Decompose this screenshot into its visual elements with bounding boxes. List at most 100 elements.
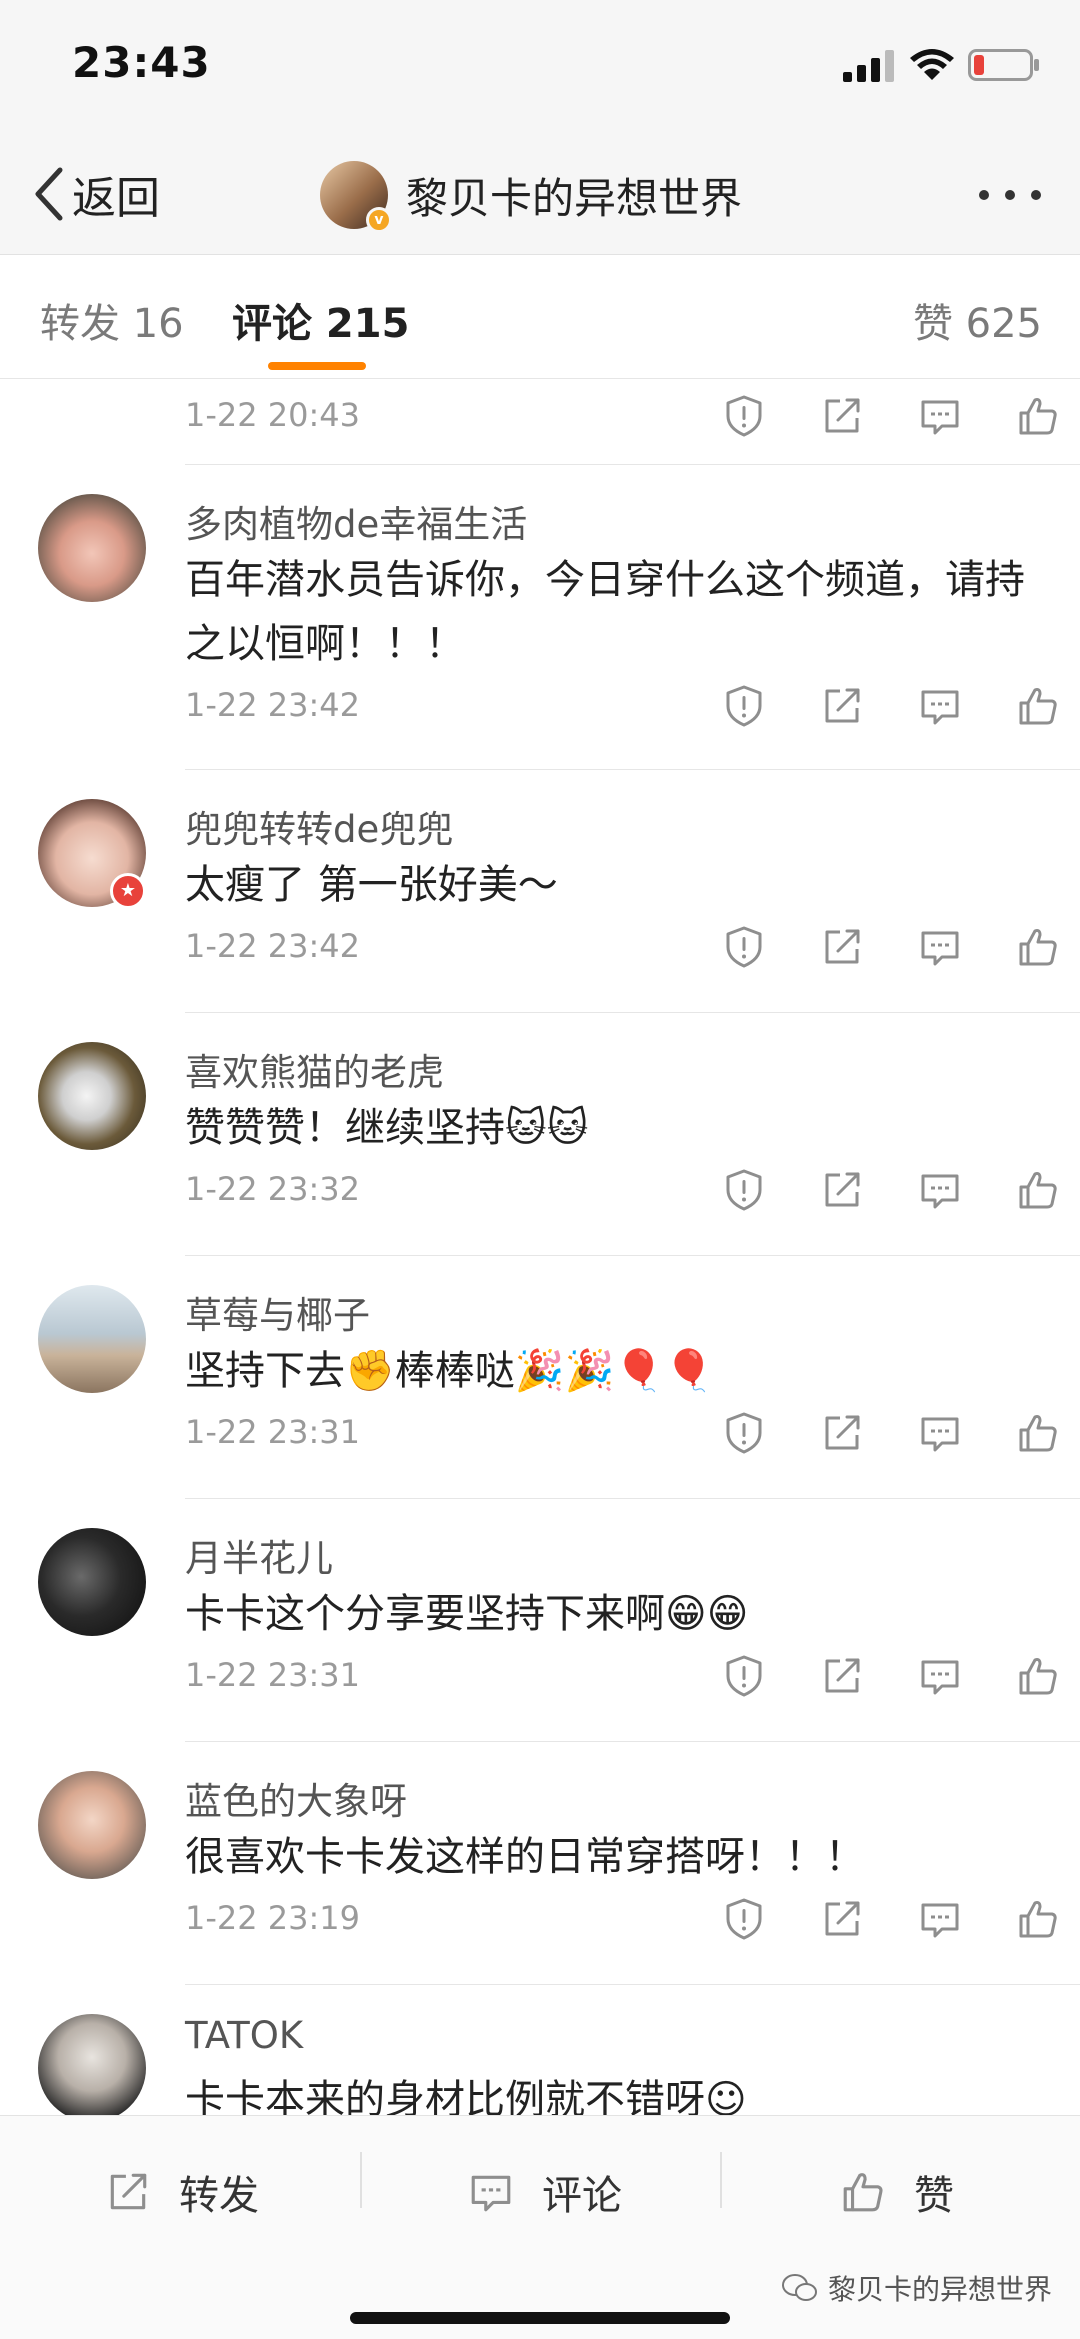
comment-time: 1-22 20:43 (185, 396, 361, 434)
comment-icon (921, 1660, 959, 1695)
divider (185, 1012, 1080, 1013)
comment-time: 1-22 23:42 (185, 686, 361, 724)
comment-username[interactable]: 多肉植物de幸福生活 (185, 494, 527, 548)
reply-button[interactable] (891, 672, 989, 740)
thumbs-up-icon (1019, 688, 1057, 725)
avatar[interactable] (38, 1042, 146, 1150)
comment-time: 1-22 23:32 (185, 1170, 361, 1208)
comment-icon (921, 690, 959, 725)
like-button[interactable] (989, 1885, 1080, 1953)
thumbs-up-icon (1019, 1901, 1057, 1938)
share-button[interactable] (793, 913, 891, 981)
report-icon (726, 685, 762, 727)
tab-repost[interactable]: 转发 16 (40, 291, 184, 349)
like-button[interactable] (989, 672, 1080, 740)
report-icon (726, 1898, 762, 1940)
comment-item[interactable]: 草莓与椰子 坚持下去✊棒棒哒🎉🎉🎈🎈 1-22 23:31 (0, 1255, 1080, 1498)
comment-icon (921, 1174, 959, 1209)
comment-item[interactable]: 月半花儿 卡卡这个分享要坚持下来啊😁😁 1-22 23:31 (0, 1498, 1080, 1741)
avatar[interactable] (38, 1528, 146, 1636)
comment-time: 1-22 23:31 (185, 1656, 361, 1694)
share-button[interactable] (793, 672, 891, 740)
repost-label: 转发 (179, 2173, 259, 2219)
comment-list[interactable]: 1-22 20:43 多肉植物de幸福生活 百年潜水员告诉你，今日穿什么这个频道… (0, 380, 1080, 2115)
more-button[interactable] (975, 175, 1045, 215)
report-button[interactable] (695, 1642, 793, 1710)
share-icon (825, 688, 860, 723)
report-button[interactable] (695, 382, 793, 450)
reply-button[interactable] (891, 1399, 989, 1467)
nav-bar: 返回 v 黎贝卡的异想世界 (0, 135, 1080, 255)
tab-like[interactable]: 赞 625 (913, 291, 1042, 349)
comment-username[interactable]: 月半花儿 (185, 1528, 333, 1582)
verified-icon: v (366, 207, 392, 233)
reply-button[interactable] (891, 1642, 989, 1710)
reply-button[interactable] (891, 1156, 989, 1224)
comment-actions (695, 1399, 1080, 1467)
watermark: 黎贝卡的异想世界 (781, 2268, 1052, 2308)
comment-username[interactable]: 兜兜转转de兜兜 (185, 799, 453, 853)
reply-button[interactable] (891, 382, 989, 450)
reply-button[interactable] (891, 913, 989, 981)
status-bar: 23:43 (0, 0, 1080, 135)
more-dots-icon (979, 190, 989, 200)
comment-item[interactable]: 蓝色的大象呀 很喜欢卡卡发这样的日常穿搭呀！！！ 1-22 23:19 (0, 1741, 1080, 1984)
comment-username[interactable]: TATOK (185, 2014, 303, 2057)
avatar[interactable] (38, 1285, 146, 1393)
comment-time: 1-22 23:31 (185, 1413, 361, 1451)
share-icon (825, 1415, 860, 1450)
thumbs-up-icon (1019, 929, 1057, 966)
comment-text: 赞赞赞！继续坚持🐱🐱 (185, 1105, 589, 1151)
like-button[interactable] (989, 1642, 1080, 1710)
active-tab-indicator (268, 362, 366, 370)
comment-username[interactable]: 草莓与椰子 (185, 1285, 370, 1339)
like-button[interactable] (989, 1156, 1080, 1224)
share-button[interactable] (793, 1399, 891, 1467)
share-button[interactable] (793, 1642, 891, 1710)
report-button[interactable] (695, 1156, 793, 1224)
share-button[interactable] (793, 1885, 891, 1953)
like-button[interactable] (989, 382, 1080, 450)
share-icon (825, 929, 860, 964)
comment-item[interactable]: TATOK 卡卡本来的身材比例就不错呀☺ (0, 1984, 1080, 2115)
comment-item[interactable]: ★ 兜兜转转de兜兜 太瘦了 第一张好美～ 1-22 23:42 (0, 769, 1080, 1012)
divider (185, 1741, 1080, 1742)
comment-item-partial: 1-22 20:43 (0, 380, 1080, 464)
repost-button[interactable]: 转发 (105, 2152, 259, 2232)
back-button[interactable]: 返回 (30, 161, 160, 227)
comment-username[interactable]: 喜欢熊猫的老虎 (185, 1042, 444, 1096)
comment-text: 卡卡本来的身材比例就不错呀☺ (185, 2077, 747, 2115)
avatar[interactable] (38, 1771, 146, 1879)
like-button[interactable]: 赞 (840, 2152, 954, 2232)
comment-actions (695, 1642, 1080, 1710)
comment-username[interactable]: 蓝色的大象呀 (185, 1771, 407, 1825)
reply-button[interactable] (891, 1885, 989, 1953)
report-button[interactable] (695, 1885, 793, 1953)
report-button[interactable] (695, 672, 793, 740)
thumbs-up-icon (1019, 1415, 1057, 1452)
share-button[interactable] (793, 382, 891, 450)
share-icon (825, 1901, 860, 1936)
signal-icon (843, 50, 894, 82)
thumbs-up-icon (1019, 1172, 1057, 1209)
like-button[interactable] (989, 913, 1080, 981)
comment-button[interactable]: 评论 (468, 2152, 622, 2232)
avatar[interactable] (38, 2014, 146, 2115)
comment-item[interactable]: 多肉植物de幸福生活 百年潜水员告诉你，今日穿什么这个频道，请持之以恒啊！！！ … (0, 464, 1080, 769)
home-indicator[interactable] (350, 2312, 730, 2324)
comment-text: 太瘦了 第一张好美～ (185, 862, 558, 908)
tab-comment[interactable]: 评论 215 (232, 291, 409, 349)
comment-time: 1-22 23:19 (185, 1899, 361, 1937)
nav-title[interactable]: v 黎贝卡的异想世界 (320, 157, 742, 233)
report-button[interactable] (695, 913, 793, 981)
wechat-icon (781, 2274, 817, 2301)
divider (185, 769, 1080, 770)
thumbs-up-icon (1019, 398, 1057, 435)
report-icon (726, 926, 762, 968)
comment-item[interactable]: 喜欢熊猫的老虎 赞赞赞！继续坚持🐱🐱 1-22 23:32 (0, 1012, 1080, 1255)
like-button[interactable] (989, 1399, 1080, 1467)
report-icon (726, 395, 762, 437)
avatar[interactable] (38, 494, 146, 602)
share-button[interactable] (793, 1156, 891, 1224)
report-button[interactable] (695, 1399, 793, 1467)
